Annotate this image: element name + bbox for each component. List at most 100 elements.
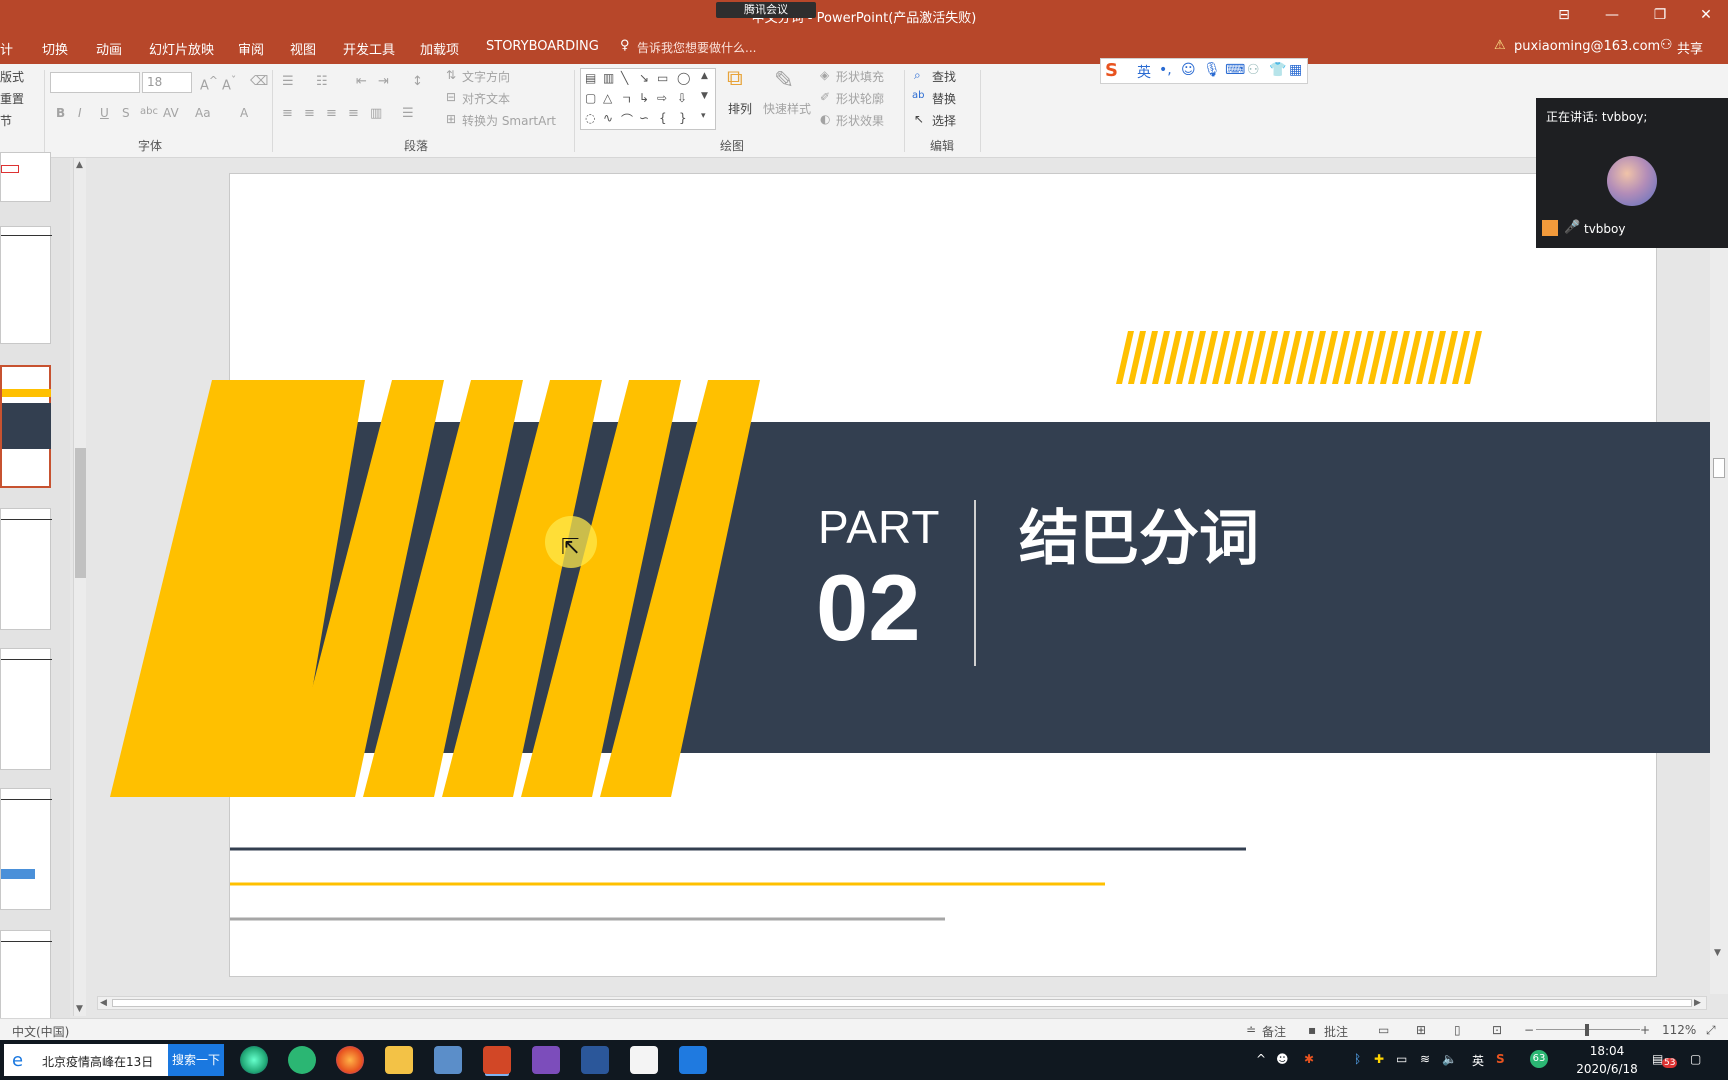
convert-smartart-button[interactable]: 转换为 SmartArt	[462, 112, 556, 129]
emoji-icon[interactable]: ☺	[1181, 62, 1196, 78]
shadow-button[interactable]: S	[122, 106, 130, 120]
oval-shape-icon[interactable]: ◯	[677, 71, 690, 85]
elbow-connector-shape-icon[interactable]: ↳	[639, 91, 649, 105]
toolbox-grid-icon[interactable]: ▦	[1289, 62, 1302, 78]
tab-review[interactable]: 审阅	[238, 39, 264, 58]
skin-shirt-icon[interactable]: 👕	[1269, 62, 1286, 78]
slide-thumbnail[interactable]	[0, 930, 52, 1020]
text-direction-button[interactable]: 文字方向	[462, 68, 510, 85]
volume-icon[interactable]: 🔈	[1442, 1052, 1457, 1066]
tab-addins[interactable]: 加载项	[420, 39, 459, 58]
left-brace-shape-icon[interactable]: {	[659, 111, 667, 125]
select-button[interactable]: 选择	[932, 112, 956, 129]
slide-sorter-icon[interactable]: ⊞	[1416, 1023, 1426, 1037]
italic-button[interactable]: I	[78, 106, 82, 120]
action-center-icon[interactable]: ▢	[1690, 1052, 1701, 1066]
slide-thumbnail-current[interactable]	[0, 365, 51, 488]
green-app-icon[interactable]	[288, 1046, 316, 1074]
users-icon[interactable]: ⚇	[1247, 62, 1260, 78]
comments-button[interactable]: 批注	[1324, 1023, 1348, 1040]
slide-thumbnail[interactable]	[0, 788, 52, 910]
tab-view[interactable]: 视图	[290, 39, 316, 58]
shape-effects-button[interactable]: 形状效果	[836, 112, 884, 129]
gallery-down-icon[interactable]: ▼	[701, 91, 708, 101]
normal-view-icon[interactable]: ▭	[1378, 1023, 1389, 1037]
microphone-icon[interactable]: 🎙	[1203, 62, 1221, 78]
restore-button[interactable]: ❐	[1648, 4, 1672, 26]
justify-icon[interactable]: ≡	[348, 106, 359, 121]
bullets-icon[interactable]: ☰	[282, 74, 294, 89]
battery-icon[interactable]: ▭	[1396, 1052, 1407, 1066]
columns-icon[interactable]: ☰	[402, 106, 414, 121]
gallery-up-icon[interactable]: ▲	[701, 71, 708, 81]
share-button[interactable]: 共享	[1677, 38, 1703, 57]
tab-design[interactable]: 计	[0, 39, 13, 58]
shape-outline-button[interactable]: 形状轮廓	[836, 90, 884, 107]
tab-slideshow[interactable]: 幻灯片放映	[149, 39, 214, 58]
search-text[interactable]: 北京疫情高峰在13日	[42, 1053, 153, 1070]
change-case-button[interactable]: Aa	[195, 106, 211, 120]
powerpoint-icon[interactable]	[483, 1046, 511, 1074]
reset-button[interactable]: 重置	[0, 90, 24, 107]
editor-horizontal-scrollbar[interactable]: ◀ ▶	[97, 996, 1707, 1010]
arrow-line-shape-icon[interactable]: ↘	[639, 71, 649, 85]
scroll-thumb[interactable]	[112, 999, 1692, 1007]
slideshow-view-icon[interactable]: ⊡	[1492, 1023, 1502, 1037]
zoom-in-icon[interactable]: +	[1640, 1023, 1650, 1037]
grow-font-icon[interactable]: A^	[200, 74, 218, 93]
slide-thumbnail[interactable]	[0, 226, 52, 344]
scroll-up-icon[interactable]: ▲	[76, 160, 83, 170]
arc-shape-icon[interactable]: ⌒	[621, 111, 633, 128]
font-size-combo[interactable]: 18	[142, 72, 192, 93]
reading-view-icon[interactable]: ▯	[1454, 1023, 1461, 1037]
tab-storyboarding[interactable]: STORYBOARDING	[486, 39, 599, 54]
shrink-font-icon[interactable]: Aˇ	[222, 74, 236, 93]
word-icon[interactable]	[581, 1046, 609, 1074]
gallery-more-icon[interactable]: ▾	[701, 111, 706, 121]
remote-desktop-icon[interactable]	[434, 1046, 462, 1074]
tray-app-icon[interactable]: ✱	[1304, 1052, 1314, 1066]
thumbnail-scrollbar[interactable]: ▲ ▼	[73, 158, 86, 1016]
editor-vertical-scrollbar[interactable]: ▼	[1710, 158, 1728, 994]
bold-button[interactable]: B	[56, 106, 65, 120]
align-text-button[interactable]: 对齐文本	[462, 90, 510, 107]
tell-me-input[interactable]: 告诉我您想要做什么...	[637, 39, 756, 56]
slide-thumbnail[interactable]	[0, 152, 51, 202]
find-button[interactable]: 查找	[932, 68, 956, 85]
tray-app-icon[interactable]: ☻	[1276, 1052, 1289, 1066]
down-arrow-shape-icon[interactable]: ⇩	[677, 91, 687, 105]
triangle-shape-icon[interactable]: △	[603, 91, 612, 105]
line-shape-icon[interactable]: ╲	[621, 71, 628, 85]
scroll-thumb[interactable]	[75, 448, 86, 578]
zoom-out-icon[interactable]: −	[1524, 1023, 1534, 1037]
shape-gallery[interactable]: ▤ ▥ ╲ ↘ ▭ ◯ ▢ △ ㄱ ↳ ⇨ ⇩ ◌ ∿ ⌒ ∽ { } ▲ ▼ …	[580, 68, 716, 130]
clear-format-icon[interactable]: ⌫	[250, 74, 268, 89]
right-arrow-shape-icon[interactable]: ⇨	[657, 91, 667, 105]
notes-button[interactable]: 备注	[1262, 1023, 1286, 1040]
slide-thumbnail[interactable]	[0, 648, 52, 770]
strikethrough-button[interactable]: abc	[140, 106, 158, 117]
section-button[interactable]: 节	[0, 112, 12, 129]
ribbon-display-options-icon[interactable]: ⊟	[1552, 4, 1576, 26]
align-center-icon[interactable]: ≡	[304, 106, 315, 121]
battery-badge[interactable]: 63	[1530, 1050, 1548, 1068]
microphone-active-icon[interactable]: 🎤	[1564, 220, 1580, 235]
language-indicator[interactable]: 中文(中国)	[12, 1023, 69, 1040]
minimize-button[interactable]: —	[1600, 4, 1624, 26]
vertical-textbox-shape-icon[interactable]: ▥	[603, 71, 614, 85]
rectangle-shape-icon[interactable]: ▭	[657, 71, 668, 85]
zoom-level[interactable]: 112%	[1662, 1023, 1696, 1037]
scroll-right-icon[interactable]: ▶	[1694, 998, 1701, 1008]
keyboard-icon[interactable]: ⌨	[1225, 62, 1245, 78]
meeting-badge[interactable]: 腾讯会议	[716, 2, 816, 18]
decrease-indent-icon[interactable]: ⇤	[356, 74, 367, 89]
firefox-icon[interactable]	[336, 1046, 364, 1074]
slide-thumbnail[interactable]	[0, 508, 52, 630]
browser-globe-icon[interactable]	[240, 1046, 268, 1074]
search-button[interactable]: 搜索一下	[168, 1044, 224, 1076]
tab-animations[interactable]: 动画	[96, 39, 122, 58]
chart-app-icon[interactable]	[630, 1046, 658, 1074]
replace-button[interactable]: 替换	[932, 90, 956, 107]
curve-shape-icon[interactable]: ∽	[639, 111, 649, 125]
quick-styles-button[interactable]: 快速样式	[763, 100, 811, 117]
